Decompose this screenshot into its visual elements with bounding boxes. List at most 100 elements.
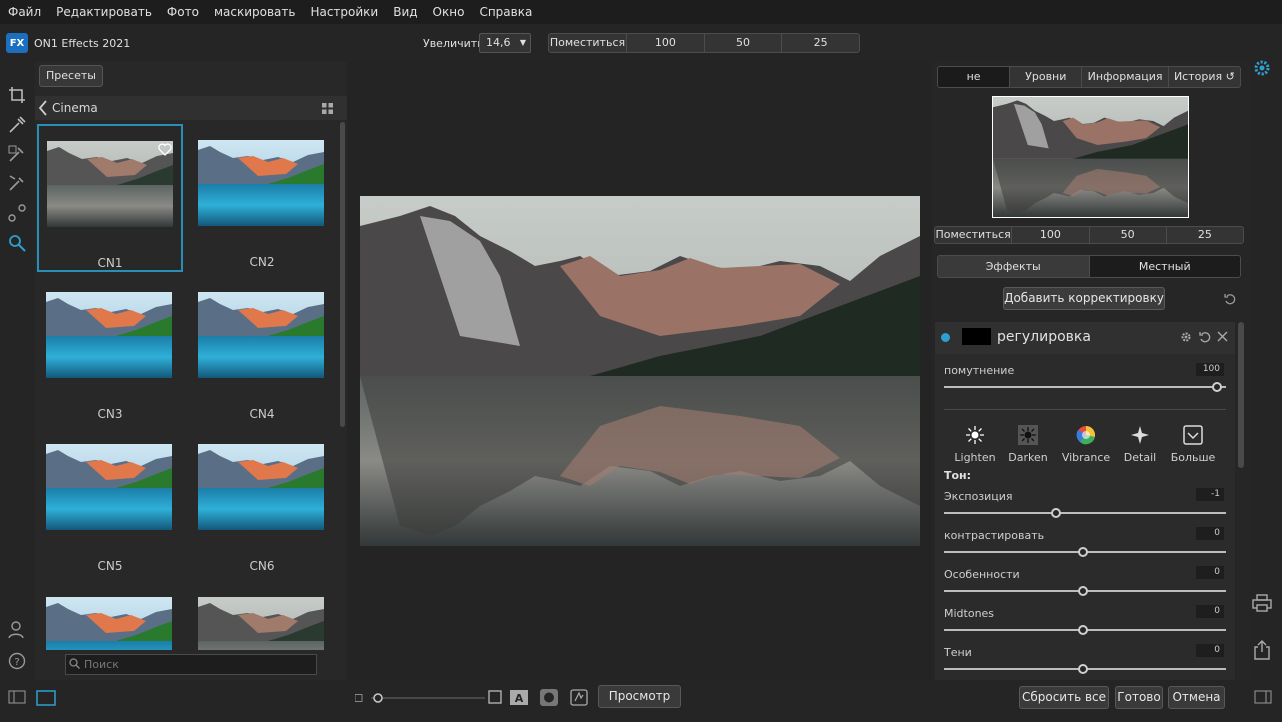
reset-all-button[interactable]: Сбросить все (1019, 686, 1109, 709)
preview-button[interactable]: Просмотр (598, 685, 681, 708)
exposure-track[interactable] (944, 512, 1226, 514)
gradient-icon[interactable] (8, 204, 26, 222)
export-icon[interactable] (1253, 640, 1271, 660)
menu-file[interactable]: Файл (8, 5, 41, 19)
done-button[interactable]: Готово (1115, 686, 1163, 709)
undo-icon[interactable] (1199, 331, 1211, 343)
mode-vibrance[interactable]: Vibrance (1061, 424, 1111, 464)
tab-local[interactable]: Местный (1089, 256, 1240, 277)
help-icon[interactable]: ? (8, 652, 26, 670)
mask-view-icon[interactable] (540, 689, 558, 706)
zoom-label: Увеличить (423, 37, 484, 50)
color-wheel-icon (1076, 425, 1096, 445)
category-name[interactable]: Cinema (52, 101, 98, 115)
preset-label: CN6 (249, 559, 275, 573)
opacity-slider-knob[interactable] (1212, 382, 1222, 392)
info-tabs: не Уровни Информация История ↺ (937, 66, 1241, 88)
tab-effects[interactable]: Эффекты (938, 256, 1090, 277)
panel-toggle-icon[interactable] (8, 690, 26, 704)
zoom-100-button[interactable]: 100 (627, 34, 705, 52)
highlights-slider-knob[interactable] (1078, 586, 1088, 596)
refine-brush-icon[interactable] (8, 174, 26, 192)
user-icon[interactable] (8, 621, 26, 639)
zoom-value: 14,6 (486, 36, 511, 49)
thumbnail-size-slider[interactable] (355, 693, 485, 703)
chevron-left-icon[interactable] (38, 100, 48, 116)
text-overlay-icon[interactable]: A (510, 690, 528, 705)
preset-cn2[interactable]: CN2 (189, 124, 335, 272)
preset-search-input[interactable]: Поиск (65, 654, 317, 675)
menu-settings[interactable]: Настройки (310, 5, 378, 19)
navigator-preview[interactable] (992, 96, 1189, 218)
preset-cn6[interactable]: CN6 (189, 428, 335, 576)
menu-edit[interactable]: Редактировать (56, 5, 152, 19)
crop-icon[interactable] (8, 86, 26, 104)
before-after-icon[interactable] (570, 689, 588, 706)
print-icon[interactable] (1252, 594, 1272, 612)
mode-detail[interactable]: Detail (1115, 424, 1165, 464)
zoom-25-button[interactable]: 25 (782, 34, 859, 52)
adjustment-active-dot[interactable] (941, 333, 950, 342)
cancel-button[interactable]: Отмена (1168, 686, 1225, 709)
preset-scrollbar[interactable] (340, 122, 345, 427)
right-panel-toggle-icon[interactable] (1254, 690, 1272, 704)
preset-cn5[interactable]: CN5 (37, 428, 183, 576)
tab-history[interactable]: История ↺ (1169, 67, 1240, 87)
opacity-track[interactable] (944, 386, 1226, 388)
preset-thumbnail (47, 141, 173, 227)
close-icon[interactable] (1217, 331, 1228, 342)
undo-icon: ↺ (1225, 70, 1235, 83)
preset-cn3[interactable]: CN3 (37, 276, 183, 424)
tab-navigator[interactable]: не (938, 67, 1011, 87)
menu-window[interactable]: Окно (433, 5, 465, 19)
menu-help[interactable]: Справка (479, 5, 532, 19)
reset-icon[interactable] (1224, 293, 1236, 305)
app-logo: FX (6, 33, 28, 53)
contrast-value[interactable]: 0 (1196, 527, 1224, 540)
exposure-value[interactable]: -1 (1196, 488, 1224, 501)
preset-cn1[interactable]: CN1 (37, 124, 183, 272)
mask-thumbnail[interactable] (962, 328, 991, 345)
zoom-fit-button[interactable]: Поместиться (549, 34, 627, 52)
preset-thumbnail-partial[interactable] (46, 597, 172, 650)
menu-mask[interactable]: маскировать (214, 5, 296, 19)
masking-brush-icon[interactable] (8, 145, 26, 163)
preset-thumbnail (46, 444, 172, 530)
effects-gear-icon[interactable] (1252, 58, 1272, 78)
shadows-value[interactable]: 0 (1196, 644, 1224, 657)
mode-lighten[interactable]: Lighten (950, 424, 1000, 464)
grid-view-icon[interactable] (322, 103, 333, 114)
single-view-icon[interactable] (36, 690, 56, 706)
nav-50-button[interactable]: 50 (1090, 227, 1167, 243)
contrast-slider-knob[interactable] (1078, 547, 1088, 557)
nav-100-button[interactable]: 100 (1012, 227, 1090, 243)
add-adjustment-button[interactable]: Добавить корректировку (1003, 287, 1165, 310)
presets-button[interactable]: Пресеты (39, 65, 103, 87)
nav-fit-button[interactable]: Поместиться (935, 227, 1013, 243)
menu-view[interactable]: Вид (393, 5, 417, 19)
mode-darken[interactable]: Darken (1003, 424, 1053, 464)
adjustment-scrollbar[interactable] (1238, 322, 1244, 468)
tab-levels[interactable]: Уровни (1010, 67, 1083, 87)
shadows-slider-knob[interactable] (1078, 664, 1088, 674)
heart-icon[interactable] (158, 143, 172, 156)
compare-icon[interactable] (488, 690, 502, 704)
zoom-50-button[interactable]: 50 (705, 34, 783, 52)
brush-icon[interactable] (8, 116, 26, 134)
tab-info[interactable]: Информация (1082, 67, 1169, 87)
midtones-slider-knob[interactable] (1078, 625, 1088, 635)
zoom-select[interactable]: 14,6 ▼ (479, 33, 531, 53)
highlights-value[interactable]: 0 (1196, 566, 1224, 579)
main-photo[interactable] (360, 196, 920, 546)
opacity-value[interactable]: 100 (1196, 363, 1224, 376)
preset-cn4[interactable]: CN4 (189, 276, 335, 424)
nav-25-button[interactable]: 25 (1167, 227, 1243, 243)
menu-photo[interactable]: Фото (167, 5, 199, 19)
gear-icon[interactable] (1180, 331, 1192, 343)
retouch-hand-icon[interactable] (8, 234, 26, 252)
mode-more[interactable]: Больше (1168, 424, 1218, 464)
svg-text:?: ? (14, 657, 19, 668)
preset-label: CN2 (249, 255, 275, 269)
midtones-value[interactable]: 0 (1196, 605, 1224, 618)
preset-thumbnail-partial[interactable] (198, 597, 324, 650)
